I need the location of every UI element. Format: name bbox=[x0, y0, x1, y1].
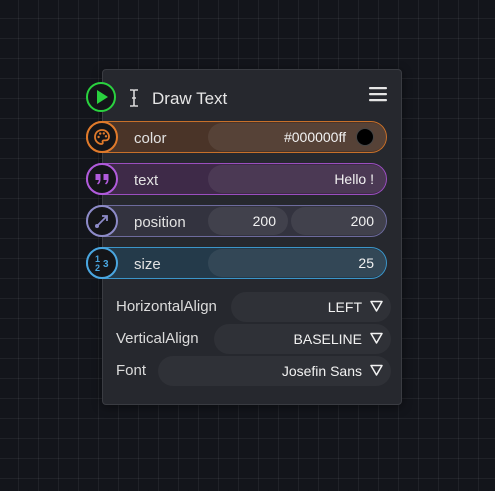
param-text-label: text bbox=[134, 172, 159, 189]
text-field[interactable]: Hello ! bbox=[208, 165, 386, 193]
param-size: 1 2 3 size 25 bbox=[86, 247, 387, 279]
text-value: Hello ! bbox=[334, 171, 374, 187]
param-color: color #000000ff bbox=[86, 121, 387, 153]
svg-text:2: 2 bbox=[95, 263, 100, 273]
hamburger-menu-icon[interactable] bbox=[369, 86, 387, 107]
size-value: 25 bbox=[358, 255, 374, 271]
param-color-label: color bbox=[134, 130, 167, 147]
font-value: Josefin Sans bbox=[281, 363, 362, 379]
dropdown-triangle-icon bbox=[370, 331, 383, 347]
vertical-align-select[interactable]: BASELINE bbox=[214, 324, 391, 354]
dropdown-triangle-icon bbox=[370, 299, 383, 315]
font-label: Font bbox=[116, 362, 147, 379]
horizontal-align-value: LEFT bbox=[327, 299, 362, 315]
param-size-label: size bbox=[134, 256, 161, 273]
play-icon[interactable] bbox=[86, 82, 116, 112]
param-position: position 200 200 bbox=[86, 205, 387, 237]
numbers-icon[interactable]: 1 2 3 bbox=[86, 247, 118, 279]
svg-text:3: 3 bbox=[103, 259, 109, 270]
param-position-label: position bbox=[134, 214, 186, 231]
vector-arrow-icon[interactable] bbox=[86, 205, 118, 237]
size-field[interactable]: 25 bbox=[208, 249, 386, 277]
quote-icon[interactable] bbox=[86, 163, 118, 195]
position-x-field[interactable]: 200 bbox=[208, 207, 288, 235]
vertical-align-row: VerticalAlign BASELINE bbox=[116, 324, 391, 354]
param-text: text Hello ! bbox=[86, 163, 387, 195]
color-swatch[interactable] bbox=[356, 128, 374, 146]
node-title: Draw Text bbox=[152, 89, 228, 108]
position-y-value: 200 bbox=[350, 213, 374, 229]
vertical-align-label: VerticalAlign bbox=[116, 330, 199, 347]
palette-icon[interactable] bbox=[86, 121, 118, 153]
position-x-value: 200 bbox=[252, 213, 276, 229]
font-select[interactable]: Josefin Sans bbox=[158, 356, 391, 386]
horizontal-align-row: HorizontalAlign LEFT bbox=[116, 292, 391, 322]
vertical-align-value: BASELINE bbox=[293, 331, 362, 347]
text-cursor-icon[interactable] bbox=[129, 89, 139, 112]
font-row: Font Josefin Sans bbox=[116, 356, 391, 386]
color-value: #000000ff bbox=[283, 129, 346, 145]
dropdown-triangle-icon bbox=[370, 363, 383, 379]
draw-text-node[interactable]: Draw Text color #000000ff text Hello ! p… bbox=[86, 69, 402, 405]
node-header: Draw Text bbox=[86, 70, 401, 120]
horizontal-align-select[interactable]: LEFT bbox=[231, 292, 391, 322]
position-y-field[interactable]: 200 bbox=[291, 207, 386, 235]
color-field[interactable]: #000000ff bbox=[208, 123, 386, 151]
horizontal-align-label: HorizontalAlign bbox=[116, 298, 217, 315]
